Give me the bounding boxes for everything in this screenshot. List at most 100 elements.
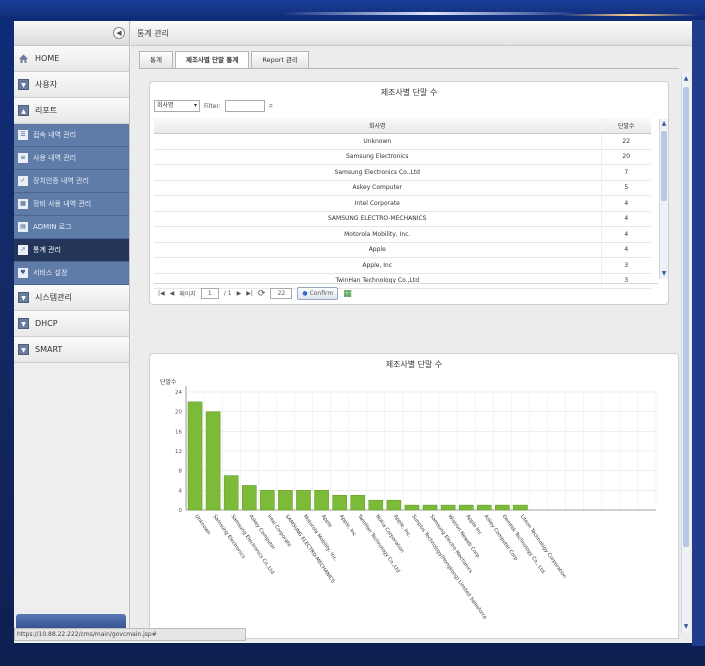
tab-manufacturer-stats[interactable]: 제조사별 단말 통계 [174, 51, 250, 68]
scroll-up-icon[interactable]: ▲ [682, 75, 690, 83]
sidebar: ◀ HOME ▼ 사용자 ▲ 리포트 ☰ 접속 내역 관리 ≡ 사용 내역 관리… [14, 21, 130, 641]
bar [513, 504, 528, 511]
column-header-company[interactable]: 회사명 [154, 118, 601, 134]
table-row[interactable]: Samsung Electronics 20 [154, 149, 651, 165]
sidebar-subitem-label: 통계 관리 [33, 246, 61, 254]
bar [404, 504, 420, 511]
bar [422, 504, 438, 511]
x-tick-label: Samsung Electronics [211, 514, 246, 560]
cell-count: 20 [600, 149, 651, 165]
cell-count: 3 [600, 257, 651, 274]
x-tick-label: Askey Computer Corp [483, 514, 519, 562]
table-row[interactable]: SAMSUNG ELECTRO-MECHANICS 4 [154, 211, 651, 227]
table-panel: 제조사별 단말 수 회사명 ▾ Filter: ⌕ 회사명 단말수 Unknow… [149, 81, 669, 305]
sidebar-subitem-label: 서비스 설정 [33, 269, 68, 277]
bar [205, 411, 221, 511]
sidebar-item-home[interactable]: HOME [14, 46, 129, 72]
bar [458, 504, 474, 511]
y-tick-label: 0 [179, 508, 183, 514]
confirm-label: Confirm [309, 290, 334, 297]
refresh-icon[interactable]: ⟳ [258, 289, 266, 299]
search-icon[interactable]: ⌕ [269, 101, 273, 111]
x-tick-label: Wistron Neweb Corp. [446, 514, 481, 561]
sidebar-item-label: 사용자 [35, 80, 58, 89]
desktop-frame: ◀ HOME ▼ 사용자 ▲ 리포트 ☰ 접속 내역 관리 ≡ 사용 내역 관리… [0, 0, 705, 666]
bar [332, 495, 347, 511]
page-number-input[interactable]: 1 [200, 288, 219, 299]
filter-bar: 회사명 ▾ Filter: ⌕ [154, 100, 273, 112]
table-row[interactable]: Apple 4 [154, 242, 651, 258]
scroll-thumb[interactable] [661, 131, 667, 201]
table-row[interactable]: Unknown 22 [154, 133, 651, 150]
right-edge-panel [692, 20, 705, 646]
breadcrumb: 통계 관리 [131, 21, 692, 46]
sidebar-item-dhcp[interactable]: ▼ DHCP [14, 311, 129, 337]
confirm-icon: ● [302, 290, 308, 297]
excel-export-icon[interactable]: ▦ [343, 289, 352, 299]
last-page-icon[interactable]: ▶| [246, 290, 253, 297]
sidebar-subitem-service-settings[interactable]: ♥ 서비스 설정 [14, 262, 129, 285]
sidebar-item-label: 시스템관리 [35, 293, 72, 302]
top-banner [0, 0, 705, 20]
sidebar-subitem-device-auth[interactable]: ✓ 장치인증 내역 관리 [14, 170, 129, 193]
sidebar-item-users[interactable]: ▼ 사용자 [14, 72, 129, 98]
page-label: 페이지 [179, 291, 196, 298]
scroll-down-icon[interactable]: ▼ [660, 270, 668, 278]
table-panel-title: 제조사별 단말 수 [380, 88, 438, 97]
check-icon: ✓ [18, 176, 28, 186]
first-page-icon[interactable]: |◀ [158, 290, 165, 297]
expand-icon: ▼ [18, 292, 29, 303]
table-row[interactable]: Motorola Mobility, Inc. 4 [154, 226, 651, 243]
tab-report-management[interactable]: Report 관리 [251, 51, 309, 68]
chevron-down-icon: ▾ [193, 102, 197, 109]
sidebar-subitem-usage-history[interactable]: ≡ 사용 내역 관리 [14, 147, 129, 170]
x-tick-label: Unknown [193, 514, 211, 536]
table-header-row: 회사명 단말수 [154, 118, 651, 134]
table-row[interactable]: Askey Computer 5 [154, 180, 651, 196]
sidebar-subitem-label: 장치인증 내역 관리 [33, 177, 89, 185]
sidebar-item-smart[interactable]: ▼ SMART [14, 337, 129, 363]
sidebar-subitem-connection-history[interactable]: ☰ 접속 내역 관리 [14, 124, 129, 147]
calendar-icon: ▦ [18, 199, 28, 209]
table-scrollbar[interactable]: ▲ ▼ [659, 119, 668, 279]
tab-bar: 통계 제조사별 단말 통계 Report 관리 [139, 51, 309, 68]
cell-company: SAMSUNG ELECTRO-MECHANICS [154, 211, 601, 227]
sidebar-item-system[interactable]: ▼ 시스템관리 [14, 285, 129, 311]
cell-company: Motorola Mobility, Inc. [154, 226, 601, 243]
prev-page-icon[interactable]: ◀ [170, 290, 175, 297]
main-scroll-thumb[interactable] [683, 87, 689, 547]
page-size-input[interactable]: 22 [270, 288, 293, 299]
next-page-icon[interactable]: ▶ [237, 290, 242, 297]
y-tick-label: 24 [175, 390, 182, 396]
filter-input[interactable] [224, 100, 265, 112]
x-tick-label: Apple Inc [465, 514, 483, 537]
cell-count: 22 [600, 133, 651, 150]
log-icon: ▤ [18, 222, 28, 232]
chart-icon: ↗ [18, 245, 28, 255]
sidebar-item-label: DHCP [35, 319, 58, 328]
tab-statistics[interactable]: 통계 [139, 51, 173, 68]
confirm-button[interactable]: ● Confirm [297, 287, 339, 300]
sidebar-item-report[interactable]: ▲ 리포트 [14, 98, 129, 124]
banner-glow-accent [560, 14, 700, 16]
sidebar-subitem-admin-log[interactable]: ▤ ADMIN 로그 [14, 216, 129, 239]
main-scrollbar[interactable]: ▲ ▼ [681, 73, 690, 633]
sidebar-subitem-label: 장비 사용 내역 관리 [33, 200, 92, 208]
table-row[interactable]: Intel Corporate 4 [154, 195, 651, 212]
sidebar-subitem-statistics[interactable]: ↗ 통계 관리 [14, 239, 129, 262]
bar [495, 504, 510, 511]
scroll-down-icon[interactable]: ▼ [682, 623, 690, 631]
table-row[interactable]: Samsung Electronics Co.,Ltd 7 [154, 164, 651, 181]
sidebar-subitem-label: 사용 내역 관리 [33, 154, 77, 162]
bar [350, 495, 366, 511]
sidebar-subitem-equipment-usage[interactable]: ▦ 장비 사용 내역 관리 [14, 193, 129, 216]
bar [386, 499, 402, 511]
sidebar-collapse-icon[interactable]: ◀ [113, 27, 125, 39]
cell-company: Askey Computer [154, 180, 601, 196]
bar [187, 401, 203, 511]
filter-field-select[interactable]: 회사명 ▾ [154, 100, 200, 112]
cell-company: Samsung Electronics [154, 149, 601, 165]
column-header-count[interactable]: 단말수 [600, 118, 651, 134]
scroll-up-icon[interactable]: ▲ [660, 120, 668, 128]
table-row[interactable]: Apple, Inc 3 [154, 257, 651, 274]
